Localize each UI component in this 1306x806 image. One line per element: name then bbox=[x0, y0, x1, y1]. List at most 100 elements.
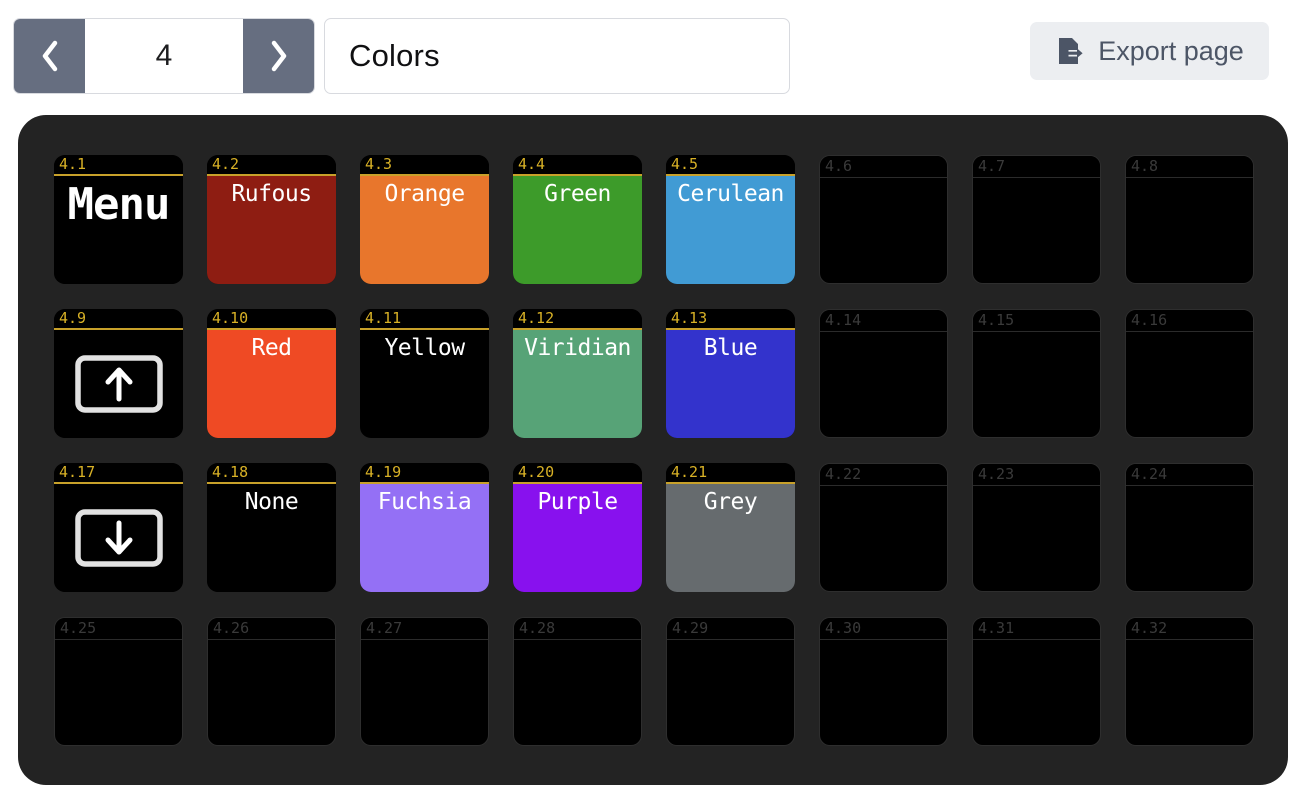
key-index-label: 4.19 bbox=[365, 465, 401, 480]
key-index-label: 4.30 bbox=[825, 621, 861, 636]
key-index-label: 4.1 bbox=[59, 157, 86, 172]
key-slot-empty: 4.23 bbox=[972, 463, 1101, 592]
key-index-label: 4.29 bbox=[672, 621, 708, 636]
key-slot-empty: 4.8 bbox=[1125, 155, 1254, 284]
key-slot-empty: 4.31 bbox=[972, 617, 1101, 746]
key-slot[interactable]: 4.5Cerulean bbox=[666, 155, 795, 284]
key-index-label: 4.2 bbox=[212, 157, 239, 172]
key-label: Green bbox=[544, 180, 611, 208]
key-index-label: 4.32 bbox=[1131, 621, 1167, 636]
key-slot-empty: 4.15 bbox=[972, 309, 1101, 438]
key-index-label: 4.10 bbox=[212, 311, 248, 326]
key-slot[interactable]: 4.20Purple bbox=[513, 463, 642, 592]
key-index-label: 4.9 bbox=[59, 311, 86, 326]
key-header: 4.29 bbox=[667, 618, 794, 640]
key-body bbox=[1126, 332, 1253, 437]
key-label: Yellow bbox=[384, 334, 464, 362]
key-slot[interactable]: 4.17 bbox=[54, 463, 183, 592]
key-slot[interactable]: 4.18None bbox=[207, 463, 336, 592]
key-body bbox=[820, 332, 947, 437]
key-header: 4.24 bbox=[1126, 464, 1253, 486]
key-header: 4.3 bbox=[360, 155, 489, 176]
key-body bbox=[55, 640, 182, 745]
key-index-label: 4.3 bbox=[365, 157, 392, 172]
key-slot-empty: 4.27 bbox=[360, 617, 489, 746]
key-header: 4.23 bbox=[973, 464, 1100, 486]
key-slot-empty: 4.22 bbox=[819, 463, 948, 592]
key-index-label: 4.13 bbox=[671, 311, 707, 326]
key-slot-empty: 4.6 bbox=[819, 155, 948, 284]
key-body bbox=[973, 486, 1100, 591]
key-header: 4.19 bbox=[360, 463, 489, 484]
key-index-label: 4.26 bbox=[213, 621, 249, 636]
key-slot[interactable]: 4.13 Blue bbox=[666, 309, 795, 438]
key-body bbox=[820, 640, 947, 745]
key-slot-empty: 4.29 bbox=[666, 617, 795, 746]
key-slot[interactable]: 4.12Viridian bbox=[513, 309, 642, 438]
key-header: 4.16 bbox=[1126, 310, 1253, 332]
key-label: Red bbox=[251, 334, 291, 362]
key-label: None bbox=[245, 488, 298, 516]
key-body: None bbox=[207, 484, 336, 592]
key-index-label: 4.6 bbox=[825, 159, 852, 174]
key-slot-empty: 4.28 bbox=[513, 617, 642, 746]
key-slot-empty: 4.24 bbox=[1125, 463, 1254, 592]
key-body bbox=[667, 640, 794, 745]
key-body bbox=[820, 178, 947, 283]
key-grid: 4.1Menu 4.2 Rufous 4.3Orange 4.4 Green 4.5Ceru… bbox=[54, 155, 1254, 746]
arrow-up-icon bbox=[75, 355, 163, 413]
key-header: 4.5 bbox=[666, 155, 795, 176]
key-slot[interactable]: 4.11 Yellow bbox=[360, 309, 489, 438]
key-index-label: 4.24 bbox=[1131, 467, 1167, 482]
key-body: Purple bbox=[513, 484, 642, 592]
key-body bbox=[820, 486, 947, 591]
key-label: Purple bbox=[537, 488, 617, 516]
key-header: 4.11 bbox=[360, 309, 489, 330]
key-body: Blue bbox=[666, 330, 795, 438]
export-page-label: Export page bbox=[1098, 36, 1244, 67]
export-page-button[interactable]: Export page bbox=[1030, 22, 1269, 80]
key-index-label: 4.11 bbox=[365, 311, 401, 326]
key-header: 4.4 bbox=[513, 155, 642, 176]
key-body bbox=[973, 640, 1100, 745]
key-header: 4.10 bbox=[207, 309, 336, 330]
key-slot[interactable]: 4.10Red bbox=[207, 309, 336, 438]
key-label: Rufous bbox=[231, 180, 311, 208]
next-page-button[interactable] bbox=[243, 19, 314, 93]
key-header: 4.13 bbox=[666, 309, 795, 330]
key-slot[interactable]: 4.2 Rufous bbox=[207, 155, 336, 284]
key-slot[interactable]: 4.9 bbox=[54, 309, 183, 438]
arrow-down-icon bbox=[75, 509, 163, 567]
key-index-label: 4.16 bbox=[1131, 313, 1167, 328]
key-body: Viridian bbox=[513, 330, 642, 438]
key-header: 4.1 bbox=[54, 155, 183, 176]
key-body bbox=[208, 640, 335, 745]
key-body: Rufous bbox=[207, 176, 336, 284]
key-index-label: 4.21 bbox=[671, 465, 707, 480]
key-body bbox=[361, 640, 488, 745]
chevron-left-icon bbox=[37, 37, 63, 75]
chevron-right-icon bbox=[266, 37, 292, 75]
file-export-icon bbox=[1055, 36, 1085, 66]
key-slot[interactable]: 4.21Grey bbox=[666, 463, 795, 592]
key-body bbox=[54, 330, 183, 438]
key-slot-empty: 4.30 bbox=[819, 617, 948, 746]
key-index-label: 4.23 bbox=[978, 467, 1014, 482]
key-header: 4.27 bbox=[361, 618, 488, 640]
page-number-value[interactable]: 4 bbox=[85, 19, 243, 93]
key-header: 4.26 bbox=[208, 618, 335, 640]
key-slot-empty: 4.7 bbox=[972, 155, 1101, 284]
key-slot[interactable]: 4.1Menu bbox=[54, 155, 183, 284]
key-header: 4.6 bbox=[820, 156, 947, 178]
prev-page-button[interactable] bbox=[14, 19, 85, 93]
key-slot[interactable]: 4.19Fuchsia bbox=[360, 463, 489, 592]
page-title-input[interactable]: Colors bbox=[324, 18, 790, 94]
key-body bbox=[1126, 486, 1253, 591]
key-slot[interactable]: 4.3Orange bbox=[360, 155, 489, 284]
key-slot[interactable]: 4.4 Green bbox=[513, 155, 642, 284]
key-slot-empty: 4.25 bbox=[54, 617, 183, 746]
key-index-label: 4.31 bbox=[978, 621, 1014, 636]
key-body bbox=[1126, 178, 1253, 283]
key-header: 4.9 bbox=[54, 309, 183, 330]
key-index-label: 4.28 bbox=[519, 621, 555, 636]
